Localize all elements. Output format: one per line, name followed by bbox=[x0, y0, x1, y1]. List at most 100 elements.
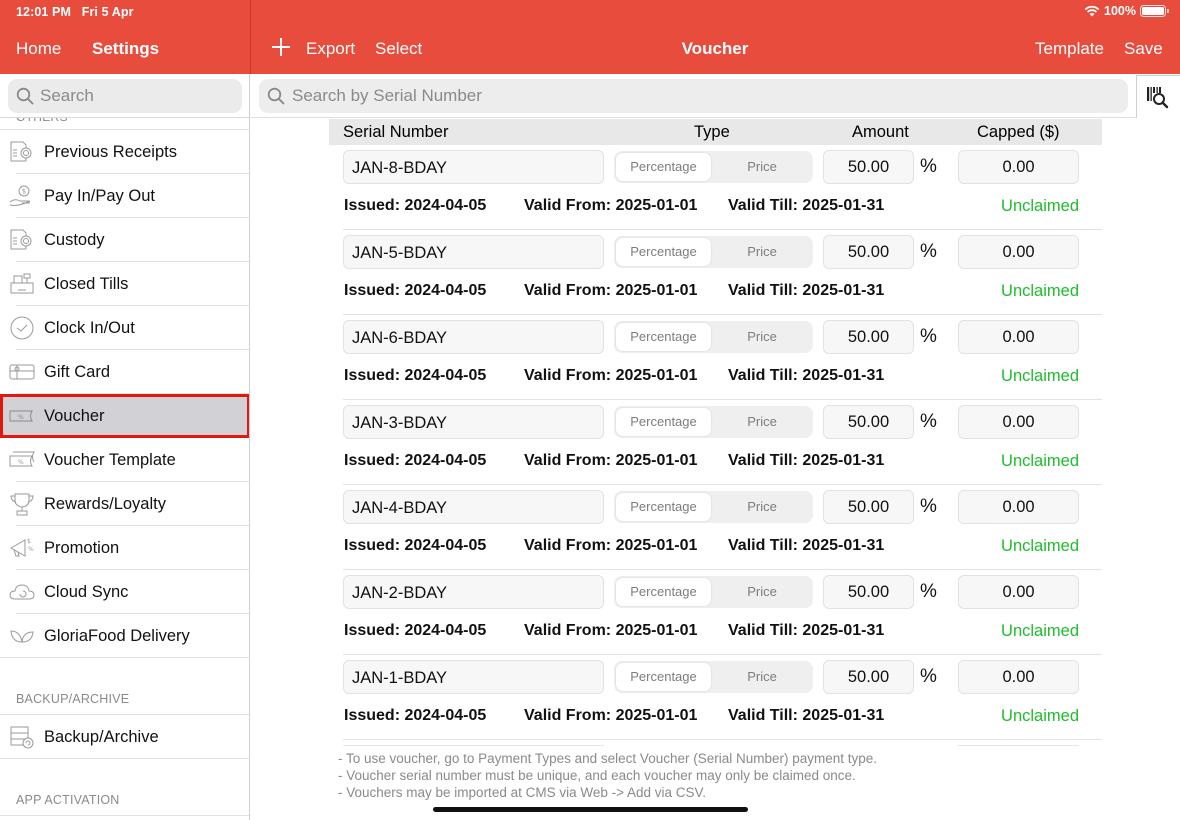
voucher-row: JAN-6-BDAY Percentage Price 50.00 % 0.00… bbox=[329, 315, 1102, 400]
type-option-price[interactable]: Price bbox=[713, 323, 811, 351]
svg-text:%: % bbox=[18, 459, 24, 466]
battery-icon bbox=[1140, 5, 1169, 17]
sidebar-item-rewards-loyalty[interactable]: Rewards/Loyalty bbox=[0, 482, 249, 526]
serial-number-field[interactable]: JAN-4-BDAY bbox=[343, 490, 604, 524]
sidebar-item-cloud-sync[interactable]: Cloud Sync bbox=[0, 570, 249, 614]
amount-unit: % bbox=[920, 326, 937, 347]
amount-field[interactable]: 50.00 bbox=[823, 405, 914, 439]
sidebar-list: Previous Receipts $ Pay In/Pay Out Custo… bbox=[0, 129, 249, 816]
sidebar-item-closed-tills[interactable]: Closed Tills bbox=[0, 262, 249, 306]
search-icon bbox=[16, 87, 34, 105]
type-option-price[interactable]: Price bbox=[713, 663, 811, 691]
serial-number-field[interactable]: JAN-5-BDAY bbox=[343, 235, 604, 269]
save-button[interactable]: Save bbox=[1124, 39, 1163, 59]
claim-status: Unclaimed bbox=[1001, 707, 1079, 725]
serial-number-field[interactable]: JAN-3-BDAY bbox=[343, 405, 604, 439]
amount-field[interactable]: 50.00 bbox=[823, 320, 914, 354]
sidebar-item-voucher-template[interactable]: % Voucher Template bbox=[0, 438, 249, 482]
export-button[interactable]: Export bbox=[306, 39, 355, 59]
type-segmented-control: Percentage Price bbox=[614, 491, 813, 523]
amount-field[interactable]: 50.00 bbox=[823, 235, 914, 269]
sidebar-item-label: Voucher bbox=[44, 407, 105, 425]
type-option-percentage[interactable]: Percentage bbox=[616, 323, 711, 351]
capped-field[interactable]: 0.00 bbox=[958, 405, 1079, 439]
type-option-percentage[interactable]: Percentage bbox=[616, 663, 711, 691]
partial-serial-field-edge bbox=[343, 745, 604, 746]
home-button[interactable]: Home bbox=[16, 39, 61, 59]
type-option-percentage[interactable]: Percentage bbox=[616, 153, 711, 181]
sidebar-search-input[interactable]: Search bbox=[8, 79, 242, 113]
type-segmented-control: Percentage Price bbox=[614, 236, 813, 268]
voucher-list: JAN-8-BDAY Percentage Price 50.00 % 0.00… bbox=[329, 145, 1102, 740]
type-option-percentage[interactable]: Percentage bbox=[616, 238, 711, 266]
amount-unit: % bbox=[920, 411, 937, 432]
sidebar-item-gift-card[interactable]: Gift Card bbox=[0, 350, 249, 394]
barcode-scan-button[interactable] bbox=[1136, 75, 1180, 118]
issued-date: Issued: 2024-04-05 bbox=[344, 452, 487, 469]
sidebar-item-backup-archive[interactable]: Backup/Archive bbox=[0, 715, 249, 759]
cash-register-icon bbox=[10, 273, 34, 294]
split-divider bbox=[250, 0, 251, 74]
sidebar-item-label: Closed Tills bbox=[44, 275, 129, 293]
capped-field[interactable]: 0.00 bbox=[958, 320, 1079, 354]
voucher-row: JAN-4-BDAY Percentage Price 50.00 % 0.00… bbox=[329, 485, 1102, 570]
valid-till-date: Valid Till: 2025-01-31 bbox=[728, 197, 885, 214]
amount-field[interactable]: 50.00 bbox=[823, 660, 914, 694]
type-option-price[interactable]: Price bbox=[713, 408, 811, 436]
sidebar-item-label: Gift Card bbox=[44, 363, 111, 381]
type-segmented-control: Percentage Price bbox=[614, 321, 813, 353]
voucher-search-bar: Search by Serial Number bbox=[251, 74, 1180, 118]
type-option-percentage[interactable]: Percentage bbox=[616, 408, 711, 436]
claim-status: Unclaimed bbox=[1001, 537, 1079, 555]
megaphone-icon: $% bbox=[9, 538, 34, 557]
type-option-price[interactable]: Price bbox=[713, 238, 811, 266]
voucher-row: JAN-3-BDAY Percentage Price 50.00 % 0.00… bbox=[329, 400, 1102, 485]
sidebar-item-previous-receipts[interactable]: Previous Receipts bbox=[0, 130, 249, 174]
sidebar-item-promotion[interactable]: $% Promotion bbox=[0, 526, 249, 570]
voucher-row: JAN-1-BDAY Percentage Price 50.00 % 0.00… bbox=[329, 655, 1102, 740]
type-option-percentage[interactable]: Percentage bbox=[616, 578, 711, 606]
serial-number-field[interactable]: JAN-6-BDAY bbox=[343, 320, 604, 354]
capped-field[interactable]: 0.00 bbox=[958, 490, 1079, 524]
valid-till-date: Valid Till: 2025-01-31 bbox=[728, 282, 885, 299]
capped-field[interactable]: 0.00 bbox=[958, 150, 1079, 184]
type-segmented-control: Percentage Price bbox=[614, 151, 813, 183]
battery-fill bbox=[1142, 7, 1164, 15]
amount-field[interactable]: 50.00 bbox=[823, 490, 914, 524]
serial-number-field[interactable]: JAN-1-BDAY bbox=[343, 660, 604, 694]
select-button[interactable]: Select bbox=[375, 39, 422, 59]
cloud-sync-icon bbox=[9, 584, 35, 600]
type-segmented-control: Percentage Price bbox=[614, 406, 813, 438]
plus-icon[interactable] bbox=[270, 36, 292, 58]
sidebar-item-custody[interactable]: Custody bbox=[0, 218, 249, 262]
page-title: Voucher bbox=[681, 39, 749, 58]
capped-field[interactable]: 0.00 bbox=[958, 575, 1079, 609]
custody-icon bbox=[10, 229, 32, 250]
column-header-capped: Capped ($) bbox=[977, 123, 1060, 141]
sidebar-item-label: Cloud Sync bbox=[44, 583, 129, 601]
type-option-price[interactable]: Price bbox=[713, 578, 811, 606]
type-option-price[interactable]: Price bbox=[713, 153, 811, 181]
home-indicator[interactable] bbox=[433, 807, 748, 812]
sidebar-item-clock-in-out[interactable]: Clock In/Out bbox=[0, 306, 249, 350]
serial-number-field[interactable]: JAN-8-BDAY bbox=[343, 150, 604, 184]
amount-field[interactable]: 50.00 bbox=[823, 150, 914, 184]
amount-field[interactable]: 50.00 bbox=[823, 575, 914, 609]
section-header: APP ACTIVATION bbox=[16, 793, 120, 807]
amount-unit: % bbox=[920, 496, 937, 517]
sidebar-item-pay-in-pay-out[interactable]: $ Pay In/Pay Out bbox=[0, 174, 249, 218]
template-button[interactable]: Template bbox=[1035, 39, 1104, 59]
trophy-icon bbox=[10, 493, 34, 516]
status-date: Fri 5 Apr bbox=[81, 5, 134, 19]
serial-search-input[interactable]: Search by Serial Number bbox=[259, 79, 1128, 113]
sidebar-item-voucher[interactable]: % Voucher bbox=[0, 394, 249, 438]
capped-field[interactable]: 0.00 bbox=[958, 235, 1079, 269]
sidebar-item-gloriafood-delivery[interactable]: GloriaFood Delivery bbox=[0, 614, 249, 658]
type-option-percentage[interactable]: Percentage bbox=[616, 493, 711, 521]
svg-text:%: % bbox=[18, 414, 24, 421]
type-option-price[interactable]: Price bbox=[713, 493, 811, 521]
capped-field[interactable]: 0.00 bbox=[958, 660, 1079, 694]
serial-number-field[interactable]: JAN-2-BDAY bbox=[343, 575, 604, 609]
amount-unit: % bbox=[920, 241, 937, 262]
serial-search-placeholder: Search by Serial Number bbox=[292, 86, 482, 105]
